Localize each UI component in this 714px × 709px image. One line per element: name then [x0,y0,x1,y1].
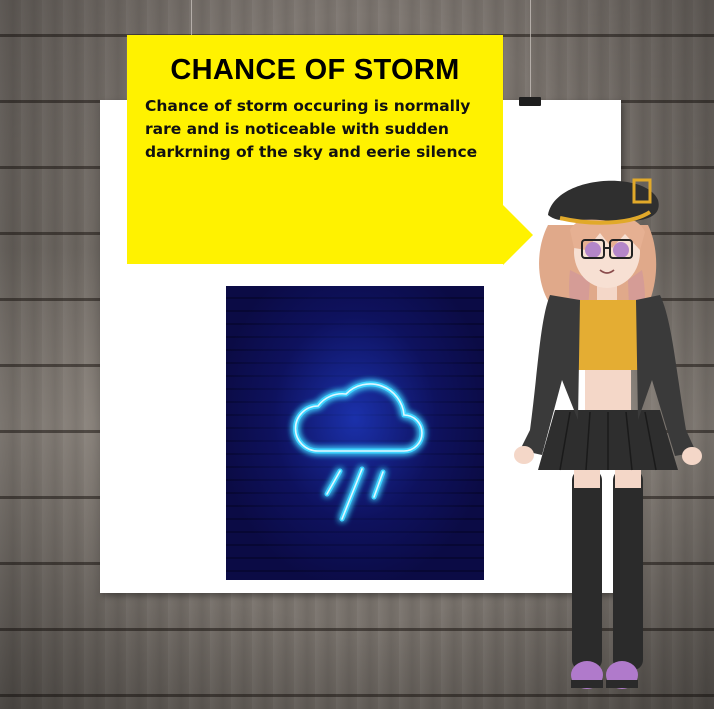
neon-illustration [226,286,484,580]
neon-rain-cloud-icon [293,381,425,522]
cloud-shape [293,381,425,454]
hanging-string-left [191,0,192,40]
card-body: Chance of storm occuring is normally rar… [145,97,478,161]
anime-character [514,178,702,689]
binder-clip [519,97,541,106]
poster-scene: { "card": { "title": "CHANCE OF STORM", … [0,0,714,709]
hanging-string-right [530,0,531,100]
card-title: CHANCE OF STORM [170,54,460,86]
